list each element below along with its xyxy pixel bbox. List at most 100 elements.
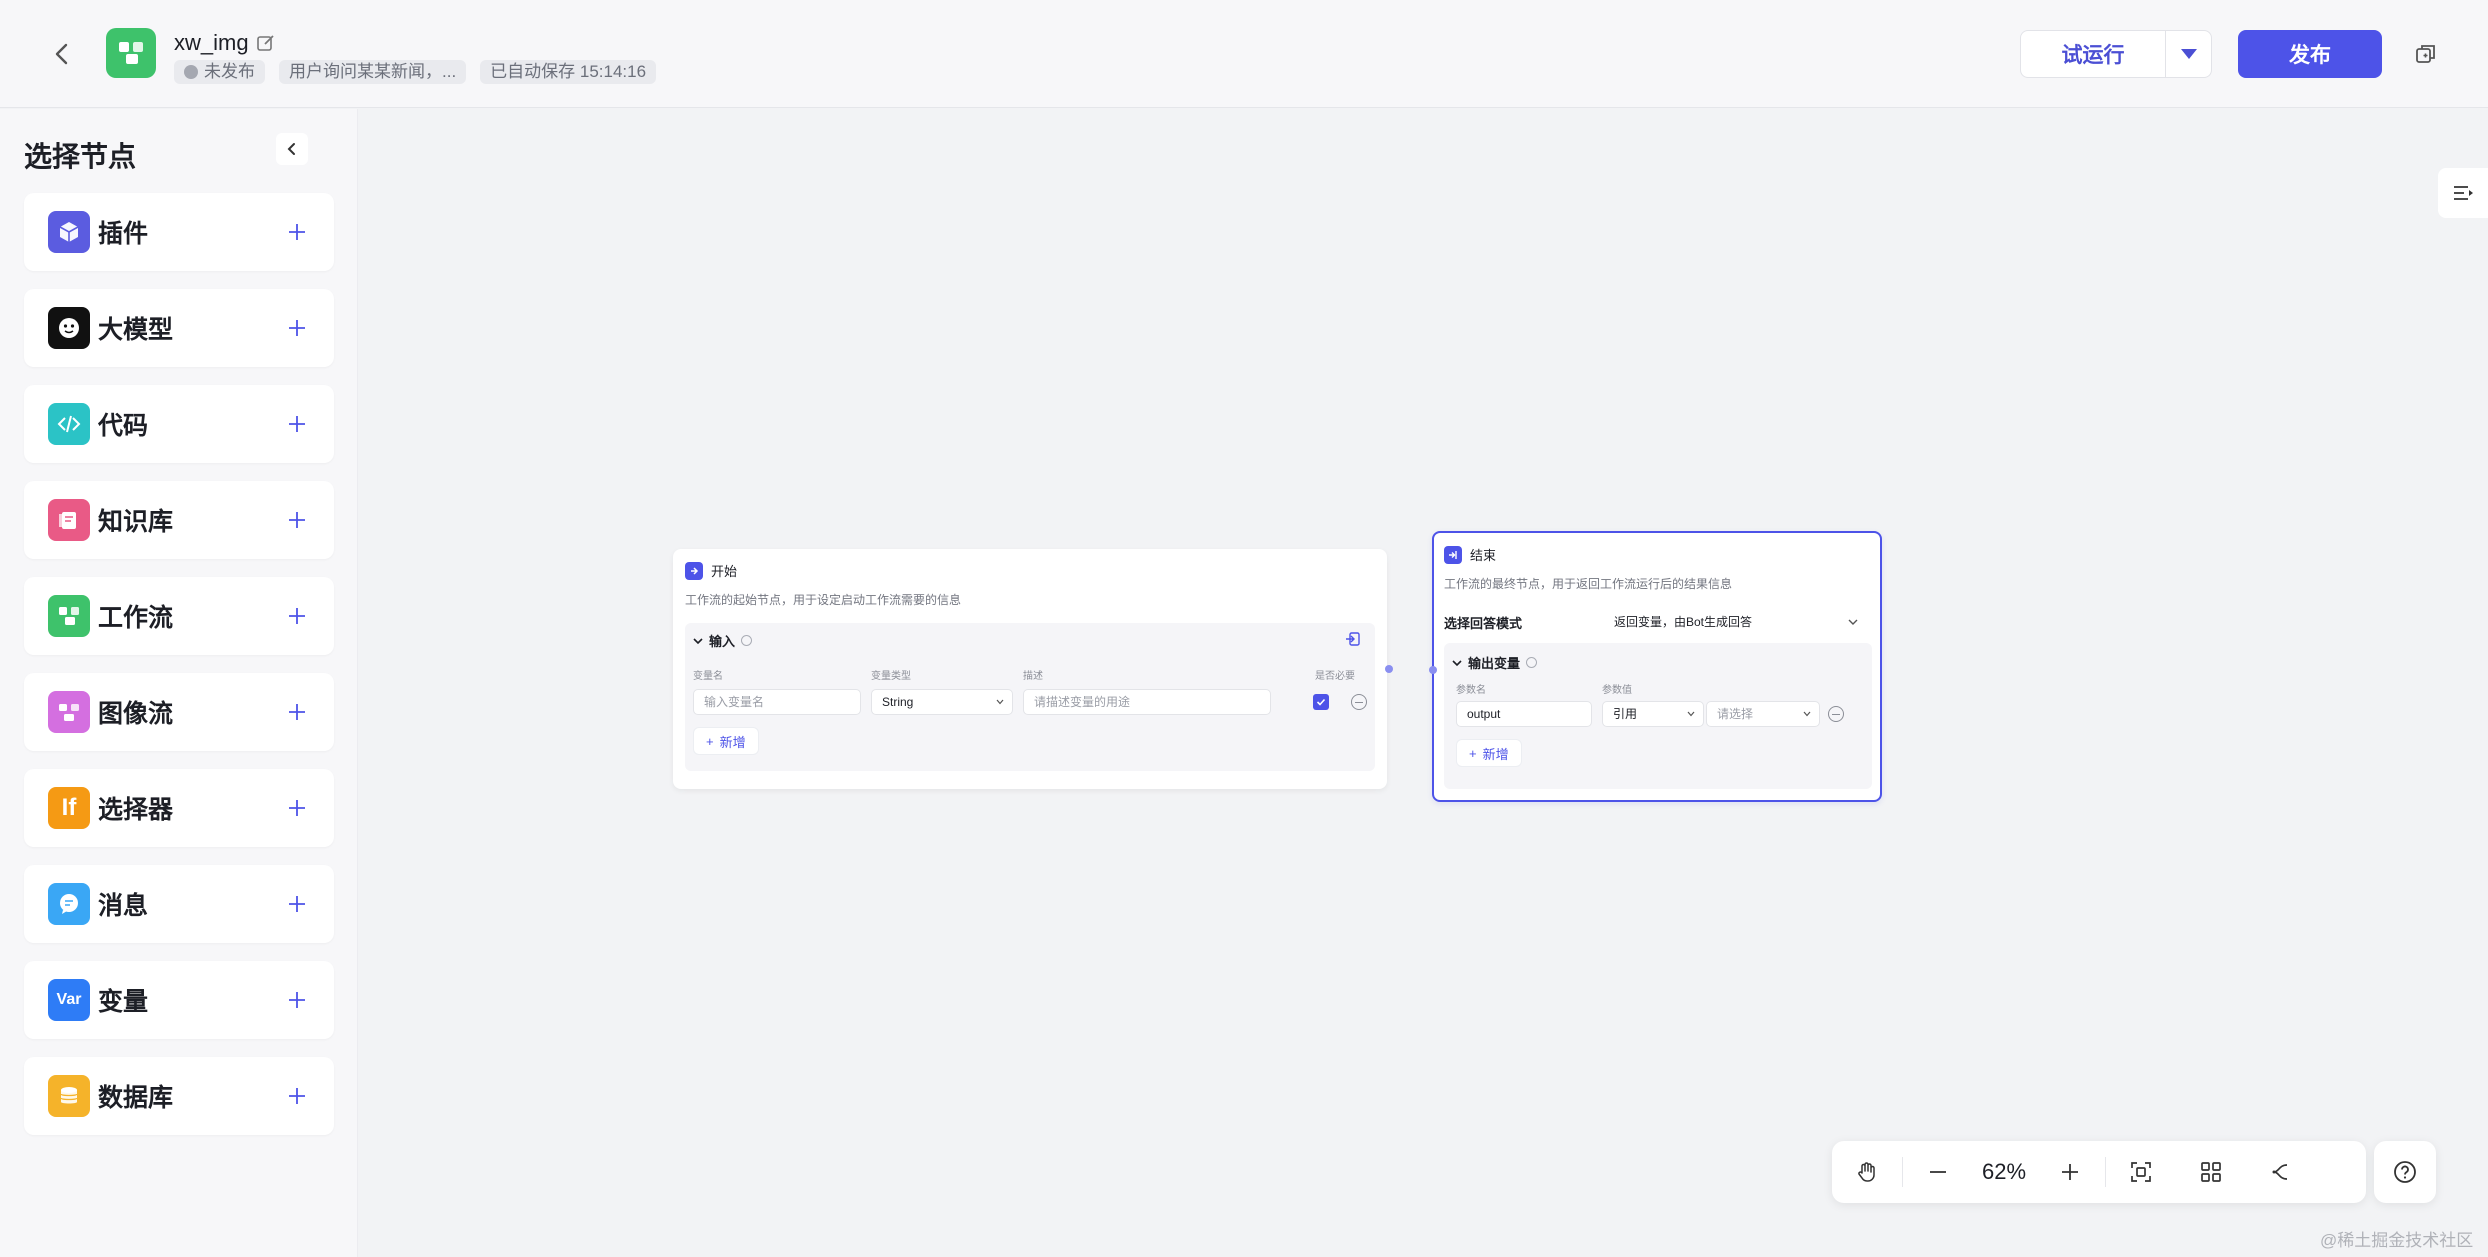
- sidebar-item-var[interactable]: Var 变量: [24, 961, 334, 1039]
- back-arrow-icon[interactable]: [44, 36, 80, 72]
- var-icon-text: Var: [56, 991, 82, 1008]
- sidebar-item-message[interactable]: 消息: [24, 865, 334, 943]
- sidebar-item-label: 图像流: [98, 700, 174, 728]
- fit-view-icon[interactable]: [2106, 1141, 2176, 1203]
- chevron-down-icon: [693, 637, 703, 644]
- input-port[interactable]: [1429, 666, 1437, 674]
- layout-icon[interactable]: [2246, 1141, 2316, 1203]
- node-list: 插件大模型代码知识库工作流图像流 If 选择器消息 Var 变量数据库: [24, 193, 334, 1153]
- end-node-header: 结束: [1444, 545, 1496, 564]
- end-node[interactable]: 结束 工作流的最终节点，用于返回工作流运行后的结果信息 选择回答模式 返回变量，…: [1429, 531, 1882, 802]
- sidebar-item-imageflow[interactable]: 图像流: [24, 673, 334, 751]
- sidebar-item-database[interactable]: 数据库: [24, 1057, 334, 1135]
- output-section-title[interactable]: 输出变量: [1452, 653, 1538, 672]
- info-icon: [1526, 657, 1538, 668]
- output-panel: 输出变量 参数名 参数值 output 引用 请选择 + 新增: [1444, 643, 1872, 789]
- sidebar-item-label: 大模型: [98, 316, 174, 344]
- hand-tool-icon[interactable]: [1832, 1141, 1902, 1203]
- input-panel: 输入 变量名 变量类型 描述 是否必要 输入变量名 String 请描述变量的用…: [685, 623, 1375, 771]
- node-picker-sidebar: 选择节点 插件 大模型 代码 知识库 工作流 图像流 If 选择器 消息 Var 变量 数据库: [0, 109, 358, 1257]
- add-node-plus-icon[interactable]: [284, 699, 310, 725]
- top-header: xw_img 未发布 用户询问某某新闻，... 已自动保存 15:14:16 试…: [0, 0, 2488, 108]
- sidebar-item-label: 选择器: [98, 796, 174, 824]
- sidebar-item-llm-face[interactable]: 大模型: [24, 289, 334, 367]
- zoom-level[interactable]: 62%: [1973, 1159, 2035, 1185]
- add-output-button[interactable]: + 新增: [1456, 739, 1522, 767]
- chevron-down-icon: [1452, 659, 1462, 666]
- add-node-plus-icon[interactable]: [284, 507, 310, 533]
- chevron-down-icon[interactable]: [1848, 617, 1858, 627]
- required-checkbox[interactable]: [1313, 694, 1329, 710]
- run-dropdown-arrow-icon[interactable]: [2166, 47, 2211, 61]
- imageflow-icon: [48, 691, 90, 733]
- collapse-sidebar-icon[interactable]: [276, 133, 308, 165]
- var-icon: Var: [48, 979, 90, 1021]
- add-node-plus-icon[interactable]: [284, 987, 310, 1013]
- col-required: 是否必要: [1315, 671, 1355, 682]
- description-tag: 用户询问某某新闻，...: [279, 60, 467, 84]
- test-run-button[interactable]: 试运行: [2021, 39, 2165, 69]
- copy-icon[interactable]: [2410, 38, 2442, 70]
- param-value-select[interactable]: 请选择: [1706, 701, 1820, 727]
- add-node-plus-icon[interactable]: [284, 795, 310, 821]
- add-node-plus-icon[interactable]: [284, 603, 310, 629]
- sidebar-item-code[interactable]: 代码: [24, 385, 334, 463]
- variable-type-select[interactable]: String: [871, 689, 1013, 715]
- workflow-app-icon: [106, 28, 156, 78]
- sidebar-item-workflow[interactable]: 工作流: [24, 577, 334, 655]
- col-variable-name: 变量名: [693, 671, 723, 682]
- zoom-in-icon[interactable]: [2035, 1141, 2105, 1203]
- meta-row: 未发布 用户询问某某新闻，... 已自动保存 15:14:16: [174, 60, 657, 84]
- sidebar-item-label: 代码: [98, 412, 149, 440]
- sidebar-item-knowledge[interactable]: 知识库: [24, 481, 334, 559]
- message-icon: [48, 883, 90, 925]
- help-icon[interactable]: [2374, 1141, 2436, 1203]
- add-node-plus-icon[interactable]: [284, 891, 310, 917]
- sidebar-item-label: 消息: [98, 892, 149, 920]
- end-node-title: 结束: [1470, 548, 1497, 563]
- remove-row-icon[interactable]: [1351, 694, 1367, 710]
- start-node-description: 工作流的起始节点，用于设定启动工作流需要的信息: [685, 593, 962, 607]
- publish-button[interactable]: 发布: [2238, 30, 2382, 78]
- edit-icon[interactable]: [256, 33, 276, 53]
- param-name-input[interactable]: output: [1456, 701, 1592, 727]
- sidebar-item-label: 插件: [98, 220, 149, 248]
- add-node-plus-icon[interactable]: [284, 411, 310, 437]
- start-node-icon: [685, 561, 703, 580]
- input-section-title[interactable]: 输入: [693, 631, 753, 650]
- add-input-button[interactable]: + 新增: [693, 727, 759, 755]
- sidebar-item-label: 变量: [98, 988, 149, 1016]
- autosave-tag: 已自动保存 15:14:16: [480, 60, 657, 84]
- minimap-icon[interactable]: [2176, 1141, 2246, 1203]
- cube-icon: [48, 211, 90, 253]
- add-node-plus-icon[interactable]: [284, 1083, 310, 1109]
- sidebar-item-cube[interactable]: 插件: [24, 193, 334, 271]
- canvas-toolbar: 62%: [1832, 1141, 2366, 1203]
- sidebar-item-label: 数据库: [98, 1084, 174, 1112]
- param-ref-select[interactable]: 引用: [1602, 701, 1704, 727]
- start-node[interactable]: 开始 工作流的起始节点，用于设定启动工作流需要的信息 输入 变量名 变量类型 描…: [673, 549, 1393, 789]
- sidebar-item-if[interactable]: If 选择器: [24, 769, 334, 847]
- add-node-plus-icon[interactable]: [284, 219, 310, 245]
- if-icon-text: If: [61, 794, 77, 821]
- answer-mode-select[interactable]: 返回变量，由Bot生成回答: [1614, 613, 1752, 630]
- output-port[interactable]: [1385, 665, 1393, 673]
- add-output-label: 新增: [1482, 746, 1509, 762]
- start-node-header: 开始: [685, 561, 737, 580]
- col-param-name: 参数名: [1456, 685, 1486, 696]
- info-icon: [741, 635, 753, 646]
- import-icon[interactable]: [1345, 631, 1361, 652]
- remove-row-icon[interactable]: [1828, 706, 1844, 722]
- status-text: 未发布: [204, 62, 255, 81]
- panel-toggle-icon[interactable]: [2438, 168, 2488, 218]
- param-value-placeholder: 请选择: [1717, 707, 1754, 721]
- add-node-plus-icon[interactable]: [284, 315, 310, 341]
- variable-description-input[interactable]: 请描述变量的用途: [1023, 689, 1271, 715]
- test-run-button-group: 试运行: [2020, 30, 2212, 78]
- col-description: 描述: [1023, 671, 1043, 682]
- sidebar-item-label: 知识库: [98, 508, 174, 536]
- app-name: xw_img: [174, 30, 249, 55]
- answer-mode-value: 返回变量，由Bot生成回答: [1614, 615, 1753, 629]
- zoom-out-icon[interactable]: [1903, 1141, 1973, 1203]
- variable-name-input[interactable]: 输入变量名: [693, 689, 861, 715]
